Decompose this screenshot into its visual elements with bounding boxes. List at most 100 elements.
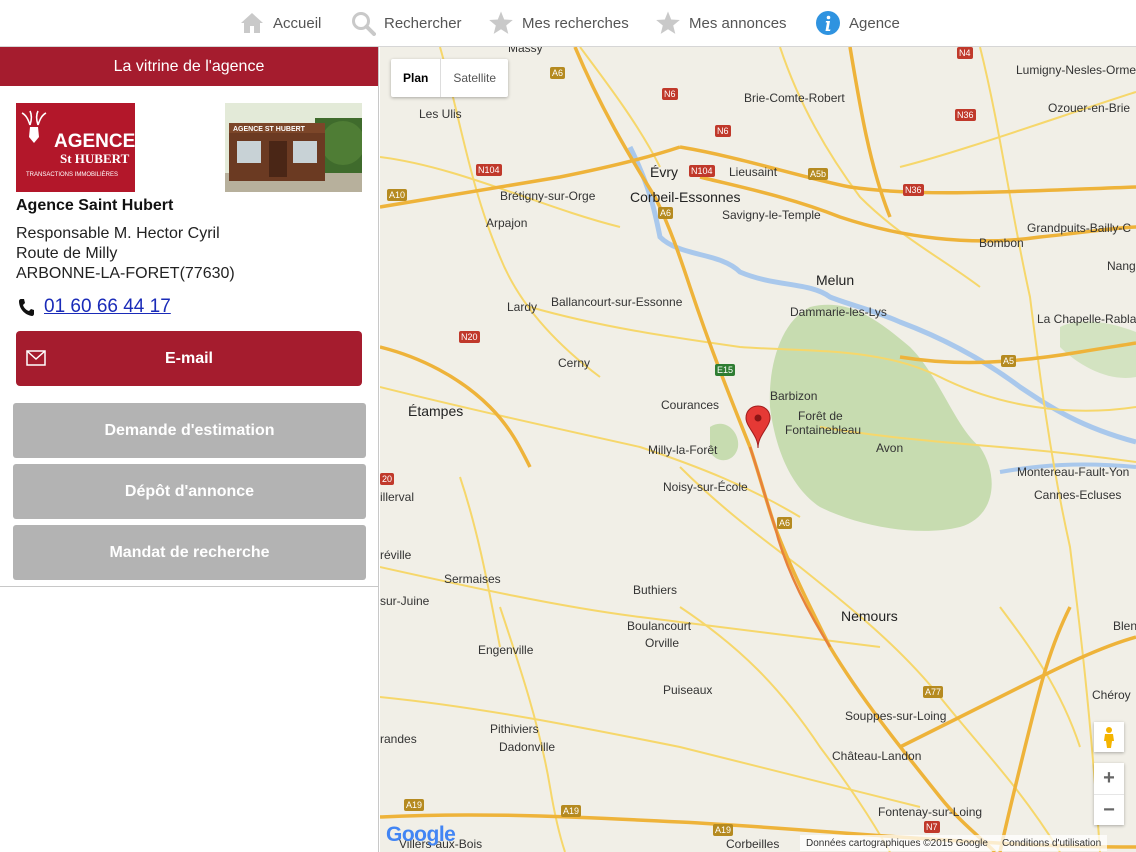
logo-text: St HUBERT	[60, 151, 130, 166]
google-logo: Google	[386, 821, 466, 852]
map-place-label: Puiseaux	[663, 683, 713, 697]
nav-item-mes-annonces[interactable]: Mes annonces	[655, 0, 787, 46]
road-shield: 20	[380, 473, 395, 485]
road-shield: A6	[777, 517, 793, 529]
agency-city: ARBONNE-LA-FORET(77630)	[16, 265, 235, 282]
map-place-label: Les Ulis	[419, 107, 462, 121]
map-place-label: Montereau-Fault-Yon	[1017, 465, 1130, 479]
map-place-label: réville	[380, 548, 412, 562]
nav-label: Accueil	[273, 14, 322, 32]
map-place-label: Noisy-sur-École	[663, 480, 748, 494]
map-place-label: Corbeil-Essonnes	[630, 189, 741, 205]
road-shield: N4	[957, 47, 973, 59]
map-place-label: illerval	[380, 490, 415, 504]
map-place-label: Dammarie-les-Lys	[790, 305, 887, 319]
map-place-label: Cerny	[558, 356, 591, 370]
map-place-label: Souppes-sur-Loing	[845, 709, 947, 723]
map-marker-icon[interactable]	[745, 405, 771, 449]
road-shield: N36	[903, 184, 924, 196]
map-type-plan-button[interactable]: Plan	[391, 59, 442, 97]
nav-label: Mes annonces	[689, 14, 787, 32]
zoom-in-button[interactable]: +	[1094, 763, 1124, 795]
road-shield: N36	[955, 109, 976, 121]
map-place-label: Fontenay-sur-Loing	[878, 805, 983, 819]
logo-text: TRANSACTIONS IMMOBILIÈRES	[26, 171, 118, 178]
agency-logo: AGENCE St HUBERT TRANSACTIONS IMMOBILIÈR…	[16, 103, 135, 192]
map-place-label: La Chapelle-Rablais	[1037, 312, 1136, 326]
map-place-label: Arpajon	[486, 216, 528, 230]
logo-text: AGENCE	[54, 131, 135, 152]
map-place-label: Buthiers	[633, 583, 678, 597]
map-place-label: Forêt de	[798, 409, 843, 423]
nav-item-mes-recherches[interactable]: Mes recherches	[488, 0, 629, 46]
map-place-label: Barbizon	[770, 389, 818, 403]
map-place-label: sur-Juine	[380, 594, 430, 608]
map-place-label: Chéroy	[1092, 688, 1131, 702]
road-shield: A19	[404, 799, 425, 811]
map-place-label: Évry	[650, 164, 678, 180]
map-place-label: Nang	[1107, 259, 1136, 273]
road-shield: A5b	[808, 168, 829, 180]
star-icon	[656, 11, 680, 34]
road-shield: A19	[561, 805, 582, 817]
phone-row: 01 60 66 44 17	[18, 296, 171, 318]
road-shield: A77	[923, 686, 944, 698]
map-type-control: Plan Satellite	[391, 59, 509, 97]
nav-item-accueil[interactable]: Accueil	[239, 0, 321, 46]
road-shield: N104	[689, 165, 715, 177]
storefront-sign: AGENCE ST HUBERT	[233, 126, 306, 133]
road-shield: N6	[715, 125, 731, 137]
map-place-label: Grandpuits-Bailly-C	[1027, 221, 1132, 235]
star-icon	[489, 11, 513, 34]
map-place-label: Avon	[876, 441, 904, 455]
mail-icon	[26, 350, 46, 366]
map-type-satellite-button[interactable]: Satellite	[441, 59, 508, 97]
map-place-label: Orville	[645, 636, 680, 650]
map-place-label: Lumigny-Nesles-Ormeaux	[1016, 63, 1136, 77]
map-place-label: Courances	[661, 398, 720, 412]
agency-manager: Responsable M. Hector Cyril	[16, 225, 220, 242]
listing-deposit-button[interactable]: Dépôt d'annonce	[13, 464, 366, 519]
map-place-label: Savigny-le-Temple	[722, 208, 821, 222]
map-place-label: Milly-la-Forêt	[648, 443, 718, 457]
road-shield: A19	[713, 824, 734, 836]
divider	[0, 586, 378, 587]
map-place-label: Engenville	[478, 643, 534, 657]
email-label: E-mail	[164, 349, 213, 367]
phone-link[interactable]: 01 60 66 44 17	[44, 296, 171, 318]
info-icon	[816, 11, 840, 35]
agency-name: Agence Saint Hubert	[16, 197, 174, 214]
map-place-label: Lieusaint	[729, 165, 778, 179]
map-place-label: Château-Landon	[832, 749, 922, 763]
nav-item-rechercher[interactable]: Rechercher	[350, 0, 462, 46]
estimation-request-button[interactable]: Demande d'estimation	[13, 403, 366, 458]
map-place-label: Étampes	[408, 403, 464, 419]
agency-storefront-photo: AGENCE ST HUBERT	[225, 103, 362, 192]
street-view-pegman[interactable]	[1094, 722, 1124, 752]
map-place-label: Nemours	[841, 608, 898, 624]
nav-label: Rechercher	[384, 14, 462, 32]
home-icon	[241, 13, 263, 33]
terms-link[interactable]: Conditions d'utilisation	[1002, 838, 1101, 849]
road-shield: A6	[550, 67, 566, 79]
nav-item-agence[interactable]: Agence	[815, 0, 900, 46]
google-logo-text: Google	[386, 823, 455, 846]
search-mandate-button[interactable]: Mandat de recherche	[13, 525, 366, 580]
road-shield: A10	[387, 189, 408, 201]
map-place-label: Lardy	[507, 300, 538, 314]
attribution-text: Données cartographiques ©2015 Google	[806, 837, 988, 849]
road-shield: A6	[658, 207, 674, 219]
top-navigation: Accueil Rechercher Mes recherches Mes an…	[0, 0, 1136, 47]
nav-label: Mes recherches	[522, 14, 629, 32]
map-place-label: Melun	[816, 272, 855, 288]
map-place-label: Sermaises	[444, 572, 501, 586]
road-shield: N7	[924, 821, 940, 833]
email-button[interactable]: E-mail	[16, 331, 362, 386]
map-place-label: Blen	[1113, 619, 1136, 633]
map-place-label: Bombon	[979, 236, 1024, 250]
road-shield: E15	[715, 364, 736, 376]
map-view[interactable]: Massy Brie-Comte-Robert Lumigny-Nesles-O…	[380, 47, 1136, 852]
zoom-out-button[interactable]: −	[1094, 795, 1124, 826]
pegman-icon	[1104, 727, 1114, 748]
road-shield: A5	[1001, 355, 1017, 367]
